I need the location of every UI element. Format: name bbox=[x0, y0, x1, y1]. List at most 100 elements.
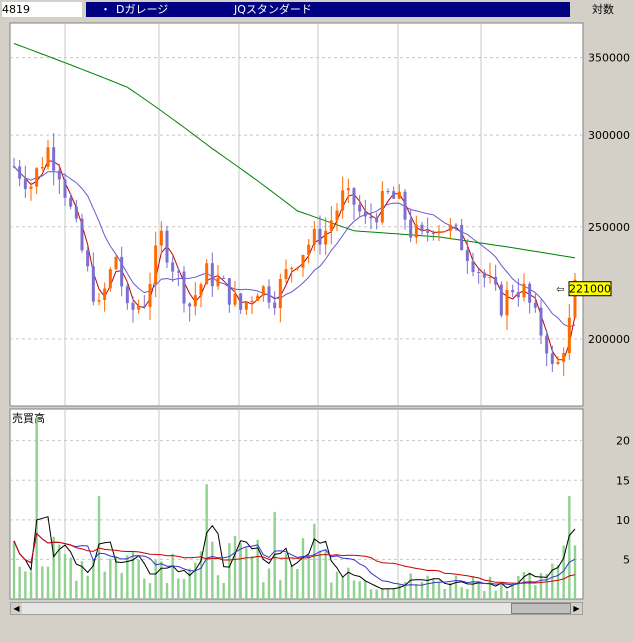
volume-bar bbox=[120, 572, 123, 599]
name-dot: ・ bbox=[100, 3, 111, 16]
candle-body bbox=[386, 191, 390, 193]
candle-body bbox=[352, 188, 356, 205]
volume-bar bbox=[171, 553, 174, 599]
candle-body bbox=[392, 191, 396, 199]
candle-body bbox=[46, 147, 50, 168]
candle-body bbox=[341, 190, 345, 211]
candle-body bbox=[108, 269, 112, 289]
volume-bar bbox=[75, 580, 78, 599]
candle-body bbox=[562, 353, 566, 362]
candle-body bbox=[74, 206, 78, 219]
volume-bar bbox=[409, 573, 412, 599]
scroll-left-arrow-icon[interactable]: ◀ bbox=[11, 603, 22, 614]
candle-body bbox=[120, 256, 124, 287]
volume-bar bbox=[245, 547, 248, 599]
stock-code: 4819 bbox=[2, 2, 82, 17]
candle-body bbox=[278, 278, 282, 309]
scroll-right-arrow-icon[interactable]: ▶ bbox=[571, 603, 582, 614]
candle-body bbox=[171, 262, 175, 272]
candle-body bbox=[57, 170, 61, 180]
candle-body bbox=[137, 306, 141, 310]
candle-body bbox=[239, 293, 243, 310]
volume-bar bbox=[528, 572, 531, 599]
candle-body bbox=[346, 188, 350, 191]
volume-panel-label: 売買高 bbox=[12, 411, 45, 425]
volume-bar bbox=[188, 568, 191, 599]
candle-body bbox=[477, 271, 481, 273]
candle-body bbox=[511, 289, 515, 293]
candle-body bbox=[188, 303, 192, 307]
price-panel: 200000 250000 300000 350000 ⇦ 221000 bbox=[9, 22, 630, 407]
volume-bar bbox=[63, 553, 67, 599]
candle-body bbox=[216, 277, 220, 287]
candle-body bbox=[482, 272, 486, 278]
volume-bar bbox=[52, 536, 55, 599]
stock-chart: 200000 250000 300000 350000 ⇦ 221000 売買高 5 10… bbox=[9, 22, 630, 600]
volume-bar bbox=[137, 559, 140, 599]
price-tick-label: 350000 bbox=[588, 52, 630, 65]
candle-body bbox=[165, 230, 169, 263]
volume-bar bbox=[284, 553, 288, 599]
candle-body bbox=[86, 250, 90, 267]
candle-body bbox=[182, 271, 186, 304]
volume-bar bbox=[296, 568, 299, 599]
volume-bar bbox=[341, 577, 344, 599]
volume-bar bbox=[364, 580, 367, 599]
candle-body bbox=[69, 197, 73, 207]
volume-bar bbox=[205, 484, 208, 599]
candle-body bbox=[273, 302, 277, 309]
candle-body bbox=[460, 224, 464, 251]
volume-bar bbox=[211, 541, 214, 599]
volume-bar bbox=[381, 588, 384, 599]
candle-body bbox=[97, 300, 101, 302]
volume-panel: 売買高 5 10 15 20 bbox=[9, 408, 630, 600]
candle-body bbox=[142, 306, 146, 308]
candle-body bbox=[290, 267, 294, 270]
volume-bar bbox=[313, 523, 316, 599]
volume-bar bbox=[103, 571, 106, 599]
volume-bar bbox=[165, 582, 169, 599]
candle-body bbox=[210, 263, 214, 287]
log-scale-toggle[interactable]: 対数 bbox=[574, 2, 632, 17]
candle-body bbox=[205, 263, 209, 285]
volume-bar bbox=[216, 575, 220, 599]
volume-bar bbox=[290, 565, 293, 599]
candle-body bbox=[380, 191, 384, 223]
candle-body bbox=[335, 210, 339, 221]
volume-bar bbox=[454, 575, 458, 599]
volume-bar bbox=[24, 571, 27, 599]
volume-bar bbox=[301, 538, 305, 599]
volume-bar bbox=[35, 416, 38, 599]
stock-name-bar: ・ Dガレージ JQスタンダード bbox=[86, 2, 570, 17]
candle-body bbox=[199, 284, 203, 296]
candle-body bbox=[505, 289, 509, 316]
volume-bar bbox=[534, 585, 537, 599]
candle-body bbox=[533, 302, 537, 308]
candle-body bbox=[80, 218, 84, 251]
volume-bar bbox=[250, 556, 254, 599]
candle-body bbox=[267, 286, 271, 303]
candle-body bbox=[35, 168, 39, 187]
candle-body bbox=[52, 147, 56, 171]
candle-body bbox=[312, 228, 316, 245]
candle-body bbox=[329, 220, 333, 231]
candle-body bbox=[488, 276, 492, 278]
candle-body bbox=[154, 245, 158, 285]
volume-bar bbox=[330, 582, 333, 599]
volume-bar bbox=[443, 588, 446, 599]
candle-body bbox=[233, 293, 237, 305]
price-pointer-icon: ⇦ bbox=[556, 285, 564, 296]
horizontal-scrollbar[interactable]: ◀ ▶ bbox=[10, 602, 583, 615]
candle-body bbox=[256, 295, 260, 301]
candle-body bbox=[499, 284, 503, 316]
volume-bar bbox=[262, 582, 265, 599]
volume-bar bbox=[154, 560, 157, 599]
volume-bar bbox=[58, 544, 61, 599]
volume-bar bbox=[41, 566, 44, 599]
volume-bar bbox=[483, 591, 486, 599]
candle-body bbox=[301, 255, 305, 268]
candle-body bbox=[23, 178, 27, 189]
volume-bar bbox=[556, 564, 560, 599]
candle-body bbox=[375, 218, 379, 223]
scroll-thumb[interactable] bbox=[511, 603, 571, 614]
